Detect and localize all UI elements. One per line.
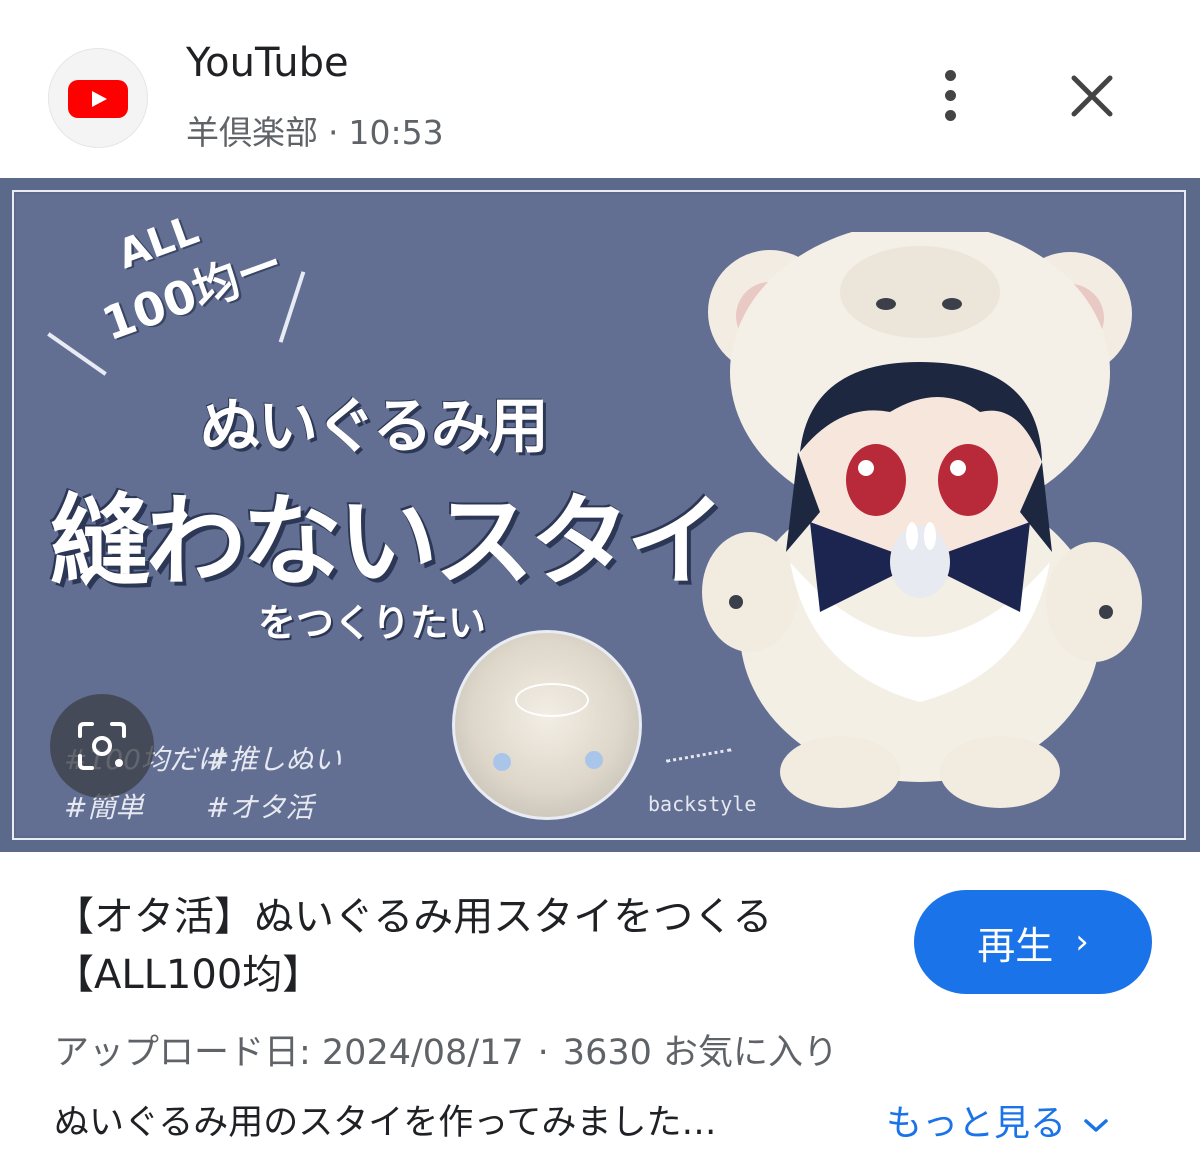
favorites-count: 3630 お気に入り: [562, 1033, 838, 1073]
show-more-button[interactable]: もっと見る: [886, 1094, 1109, 1146]
backstyle-photo: [452, 630, 642, 820]
meta-separator: ·: [328, 113, 339, 152]
close-icon[interactable]: [1060, 64, 1124, 128]
more-vert-icon[interactable]: [928, 66, 972, 126]
show-more-label: もっと見る: [886, 1103, 1067, 1144]
google-lens-icon[interactable]: [50, 694, 154, 798]
youtube-app-badge[interactable]: [48, 48, 148, 148]
source-app-name: YouTube: [186, 40, 349, 86]
video-title[interactable]: 【オタ活】ぬいぐるみ用スタイをつくる【ALL100均】: [54, 888, 874, 1004]
post-time: 10:53: [348, 113, 444, 152]
source-header: YouTube 羊倶楽部 · 10:53: [0, 0, 1200, 178]
meta-separator: ·: [537, 1033, 549, 1073]
thumbnail-title-line3: をつくりたい: [258, 601, 487, 645]
thumbnail-title-line2: 縫わないスタイ: [50, 483, 726, 600]
play-label: 再生: [977, 923, 1054, 968]
video-meta: アップロード日: 2024/08/17 · 3630 お気に入り: [54, 1024, 838, 1075]
youtube-logo-icon: [68, 80, 128, 118]
chevron-down-icon: [1084, 1119, 1109, 1132]
thumbnail-title-line1: ぬいぐるみ用: [200, 392, 549, 462]
thumbnail-tag: #オタ活: [206, 791, 314, 824]
video-description: ぬいぐるみ用のスタイを作ってみました…: [54, 1103, 717, 1143]
upload-date: アップロード日: 2024/08/17: [54, 1033, 524, 1073]
plush-doll-image: [702, 232, 1142, 808]
source-meta: 羊倶楽部 · 10:53: [186, 106, 444, 154]
channel-name: 羊倶楽部: [186, 113, 318, 152]
thumbnail-tag: #推しぬい: [206, 743, 342, 776]
play-button[interactable]: 再生 ›: [914, 890, 1152, 994]
chevron-right-icon: ›: [1075, 922, 1089, 962]
